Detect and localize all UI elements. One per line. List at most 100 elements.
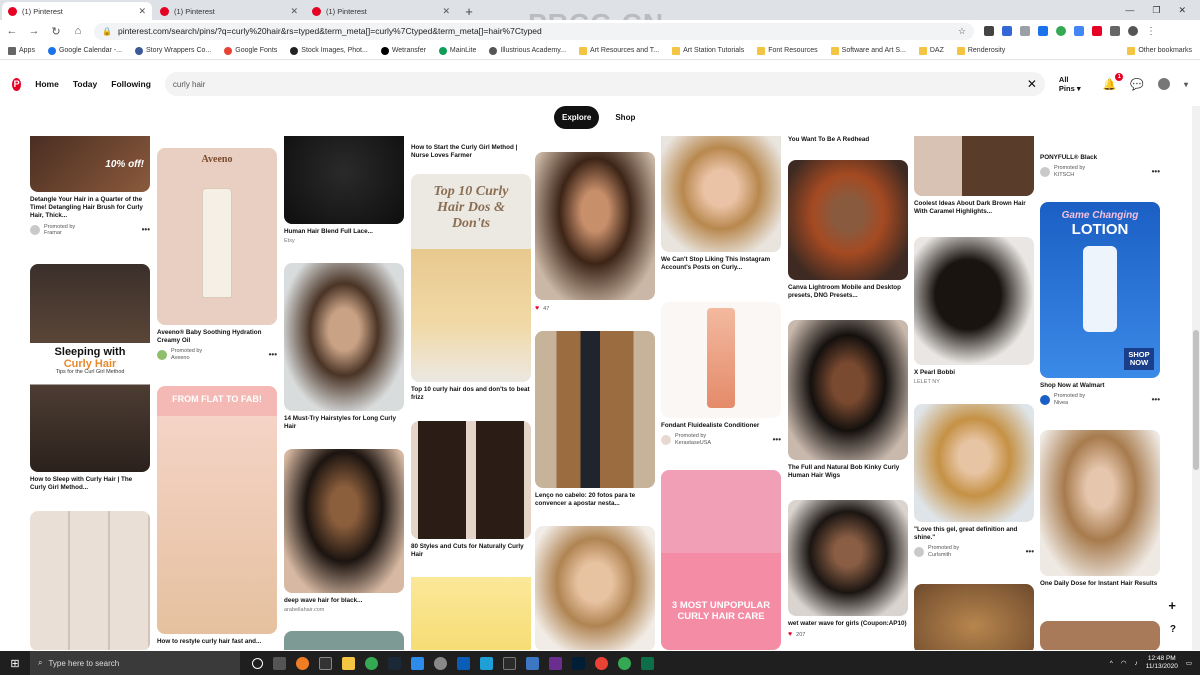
steam-icon[interactable] bbox=[388, 656, 401, 670]
pin-image[interactable] bbox=[661, 302, 781, 418]
pin-card[interactable]: You Want To Be A Redhead bbox=[788, 136, 908, 144]
pin-image[interactable] bbox=[411, 566, 531, 650]
pin-title[interactable]: deep wave hair for black... bbox=[284, 597, 404, 605]
heart-icon[interactable]: ♥ bbox=[788, 631, 792, 639]
more-options-icon[interactable]: ••• bbox=[1152, 167, 1160, 177]
more-options-icon[interactable]: ••• bbox=[142, 225, 150, 235]
pin-card[interactable]: The Full and Natural Bob Kinky Curly Hum… bbox=[788, 320, 908, 480]
bookmark-item[interactable]: Stock Images, Phot... bbox=[290, 46, 368, 55]
nav-today[interactable]: Today bbox=[73, 75, 97, 93]
cortana-icon[interactable] bbox=[252, 657, 263, 669]
reload-icon[interactable]: ↻ bbox=[50, 25, 62, 38]
app-icon[interactable] bbox=[434, 656, 447, 670]
photoshop-icon[interactable] bbox=[572, 656, 585, 670]
extension-icon[interactable] bbox=[1056, 26, 1066, 36]
pin-image[interactable] bbox=[1040, 621, 1160, 650]
menu-dots-icon[interactable]: ⋮ bbox=[1146, 26, 1156, 37]
tray-chevron-icon[interactable]: ^ bbox=[1110, 660, 1113, 667]
pin-image[interactable] bbox=[1040, 430, 1160, 576]
pin-card[interactable] bbox=[284, 631, 404, 650]
pin-title[interactable]: "Love this gel, great definition and shi… bbox=[914, 526, 1034, 542]
bookmark-folder[interactable]: Art Resources and T... bbox=[579, 46, 659, 55]
add-pin-button[interactable]: + bbox=[1168, 598, 1176, 613]
pin-image[interactable]: Top 10 Curly Hair Dos & Don'ts bbox=[411, 174, 531, 382]
puzzle-icon[interactable] bbox=[1110, 26, 1120, 36]
extension-icon[interactable] bbox=[1092, 26, 1102, 36]
bookmark-folder[interactable]: Art Station Tutorials bbox=[672, 46, 744, 55]
pin-image[interactable]: Game Changing LOTION SHOP NOW bbox=[1040, 202, 1160, 378]
pin-card[interactable]: We Can't Stop Liking This Instagram Acco… bbox=[661, 136, 781, 272]
pin-image[interactable] bbox=[914, 237, 1034, 365]
pin-card[interactable]: 10% off! Detangle Your Hair in a Quarter… bbox=[30, 136, 150, 237]
task-view-icon[interactable] bbox=[273, 656, 286, 670]
pin-card[interactable]: Game Changing LOTION SHOP NOW Shop Now a… bbox=[1040, 202, 1160, 406]
file-explorer-icon[interactable] bbox=[342, 656, 355, 670]
pin-title[interactable]: Top 10 curly hair dos and don'ts to beat… bbox=[411, 386, 531, 402]
bookmark-item[interactable]: Google Fonts bbox=[224, 46, 277, 55]
chrome-icon[interactable] bbox=[618, 656, 631, 670]
pin-title[interactable]: Detangle Your Hair in a Quarter of the T… bbox=[30, 196, 150, 221]
taskbar-search-input[interactable]: ⌕ Type here to search bbox=[30, 651, 240, 675]
browser-tab-2[interactable]: (1) Pinterest ✕ bbox=[154, 2, 304, 20]
pin-card[interactable]: Aveeno Aveeno® Baby Soothing Hydration C… bbox=[157, 148, 277, 362]
bookmark-item[interactable]: Illustrious Academy... bbox=[489, 46, 566, 55]
home-icon[interactable]: ⌂ bbox=[72, 25, 84, 37]
pin-image[interactable]: 10% off! bbox=[30, 136, 150, 192]
url-field[interactable]: 🔒 pinterest.com/search/pins/?q=curly%20h… bbox=[94, 22, 974, 40]
pin-image[interactable] bbox=[30, 511, 150, 650]
browser-tab-1[interactable]: (1) Pinterest ✕ bbox=[2, 2, 152, 20]
pin-title[interactable]: How to restyle curly hair fast and... bbox=[157, 638, 277, 646]
app-icon[interactable] bbox=[457, 656, 470, 670]
pin-card[interactable] bbox=[914, 584, 1034, 650]
pin-image[interactable] bbox=[284, 449, 404, 593]
pin-image[interactable] bbox=[411, 421, 531, 539]
pin-image[interactable]: Sleeping with Curly Hair Tips for the Cu… bbox=[30, 264, 150, 472]
pin-source[interactable]: LELET NY bbox=[914, 379, 1034, 385]
app-icon[interactable] bbox=[503, 656, 516, 670]
close-tab-icon[interactable]: ✕ bbox=[290, 6, 298, 17]
clear-search-icon[interactable]: ✕ bbox=[1027, 77, 1037, 91]
pin-image[interactable] bbox=[788, 320, 908, 460]
extension-icon[interactable] bbox=[1002, 26, 1012, 36]
pin-card[interactable]: Coolest Ideas About Dark Brown Hair With… bbox=[914, 136, 1034, 216]
pin-card[interactable]: Canva Lightroom Mobile and Desktop prese… bbox=[788, 160, 908, 300]
pin-image[interactable] bbox=[284, 263, 404, 411]
pin-image[interactable] bbox=[788, 500, 908, 616]
bookmark-item[interactable]: Story Wrappers Co... bbox=[135, 46, 211, 55]
promoter-name[interactable]: Curlsmith bbox=[928, 552, 951, 558]
app-icon[interactable] bbox=[595, 656, 608, 670]
pin-image[interactable]: FROM FLAT TO FAB! bbox=[157, 386, 277, 634]
pin-title[interactable]: wet water wave for girls (Coupon:AP10) bbox=[788, 620, 908, 628]
pin-card[interactable]: Lenço no cabelo: 20 fotos para te conven… bbox=[535, 331, 655, 508]
bookmark-item[interactable]: Wetransfer bbox=[380, 46, 426, 55]
pin-card[interactable]: ♥ 47 bbox=[535, 152, 655, 313]
pin-title[interactable]: The Full and Natural Bob Kinky Curly Hum… bbox=[788, 464, 908, 480]
pin-title[interactable]: Human Hair Blend Full Lace... bbox=[284, 228, 404, 236]
tab-shop[interactable]: Shop bbox=[607, 106, 643, 129]
clock[interactable]: 12:48 PM 11/13/2020 bbox=[1146, 655, 1178, 672]
pin-card[interactable]: wet water wave for girls (Coupon:AP10) ♥… bbox=[788, 500, 908, 640]
pin-title[interactable]: Aveeno® Baby Soothing Hydration Creamy O… bbox=[157, 329, 277, 345]
pin-image[interactable] bbox=[535, 152, 655, 300]
promoter-name[interactable]: Nivea bbox=[1054, 400, 1068, 406]
pin-title[interactable]: Coolest Ideas About Dark Brown Hair With… bbox=[914, 200, 1034, 216]
more-options-icon[interactable]: ••• bbox=[1026, 547, 1034, 557]
app-icon[interactable] bbox=[319, 656, 332, 670]
more-options-icon[interactable]: ••• bbox=[773, 435, 781, 445]
profile-avatar-icon[interactable] bbox=[1128, 26, 1138, 36]
pin-card[interactable] bbox=[30, 511, 150, 650]
pin-title[interactable]: How to Start the Curly Girl Method | Nur… bbox=[411, 144, 531, 160]
pin-card[interactable] bbox=[535, 526, 655, 650]
pin-image[interactable] bbox=[914, 404, 1034, 522]
pin-title[interactable]: Lenço no cabelo: 20 fotos para te conven… bbox=[535, 492, 655, 508]
wifi-icon[interactable]: ◠ bbox=[1121, 659, 1127, 667]
heart-icon[interactable]: ♥ bbox=[535, 305, 539, 313]
forward-arrow-icon[interactable]: → bbox=[28, 25, 40, 37]
browser-tab-3[interactable]: (1) Pinterest ✕ bbox=[306, 2, 456, 20]
pin-card[interactable]: One Daily Dose for Instant Hair Results bbox=[1040, 430, 1160, 588]
back-arrow-icon[interactable]: ← bbox=[6, 25, 18, 37]
close-window-icon[interactable]: ✕ bbox=[1178, 5, 1186, 16]
chrome-icon[interactable] bbox=[365, 656, 378, 670]
promoter-name[interactable]: KITSCH bbox=[1054, 172, 1074, 178]
pin-title[interactable]: Fondant Fluidealiste Conditioner bbox=[661, 422, 781, 430]
